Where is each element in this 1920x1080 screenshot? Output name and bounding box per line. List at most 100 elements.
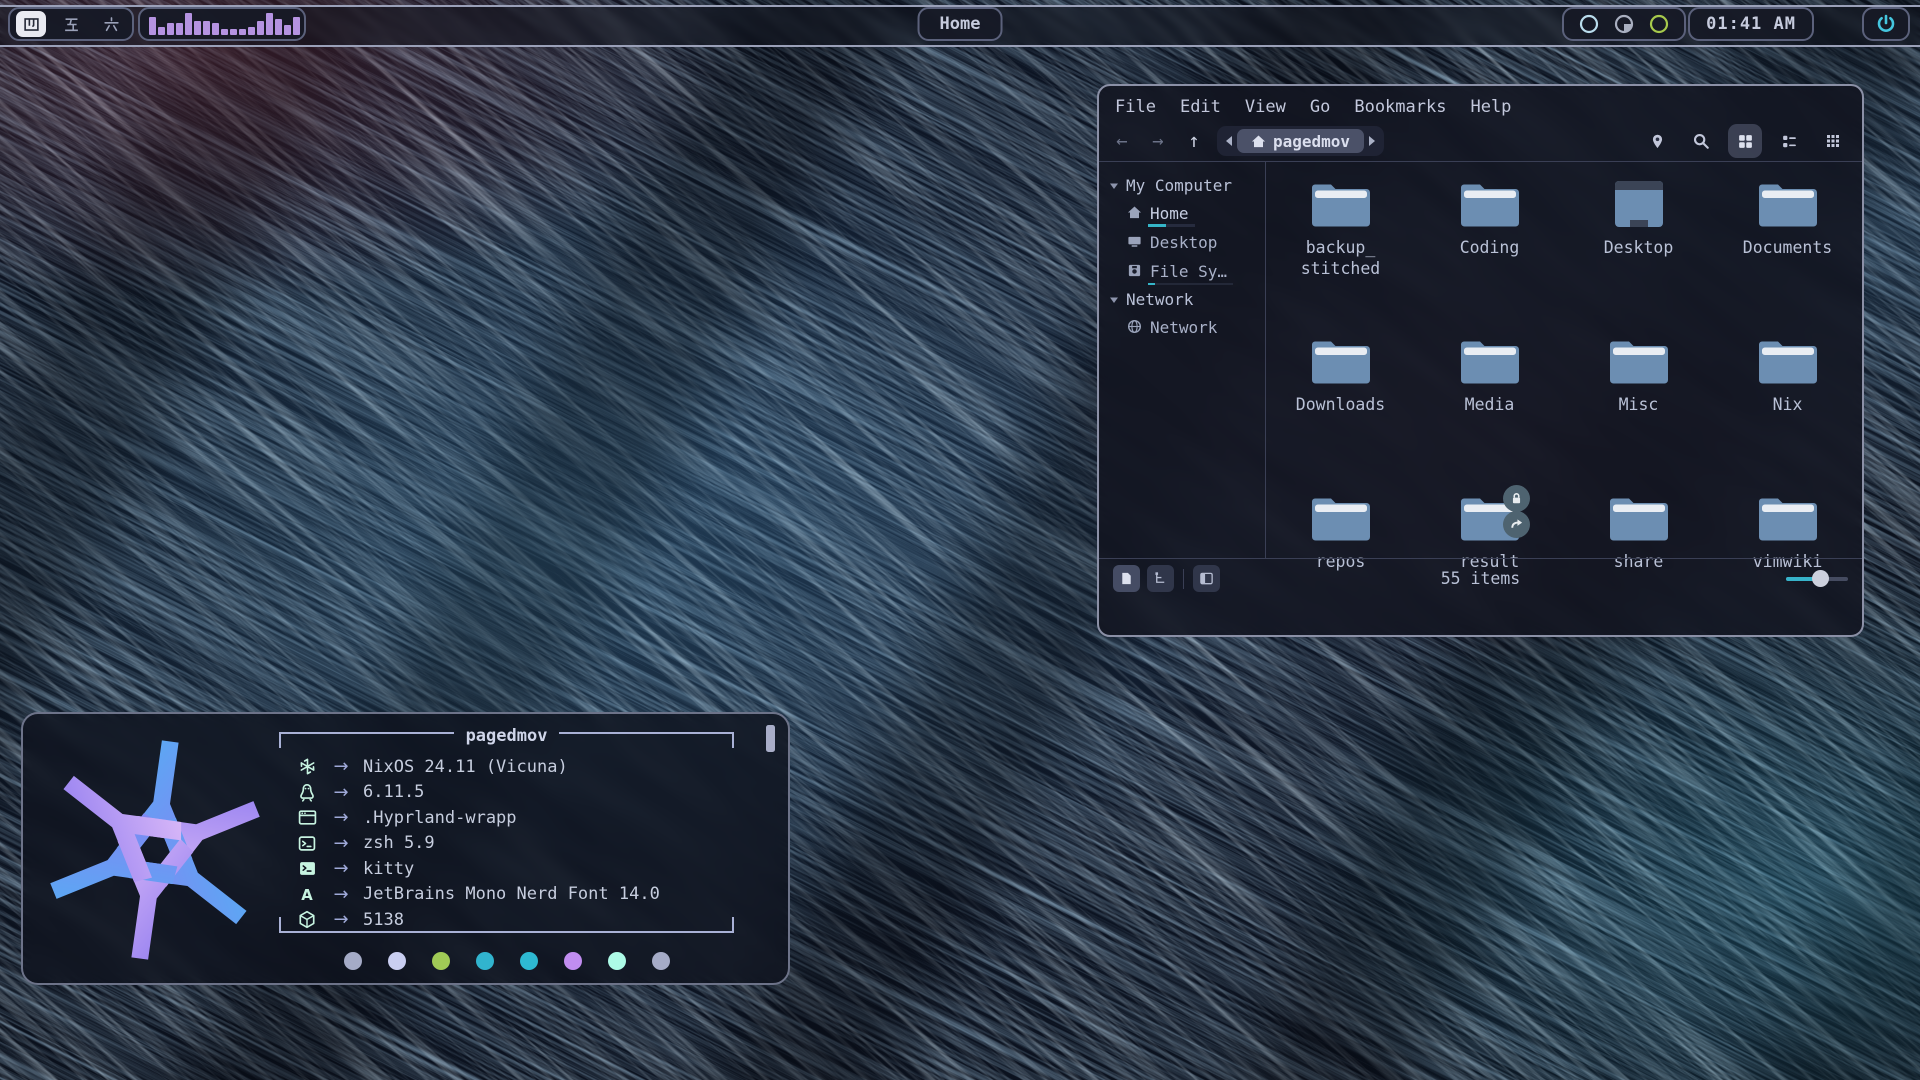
fastfetch-row-shell: →zsh 5.9 — [295, 831, 734, 857]
folder-icon — [1459, 178, 1521, 230]
folder-icon — [1608, 492, 1670, 544]
power-button[interactable] — [1862, 7, 1910, 41]
menu-file[interactable]: File — [1115, 97, 1156, 117]
sidebar-section-my-computer[interactable]: My Computer — [1109, 172, 1265, 199]
menu-view[interactable]: View — [1245, 97, 1286, 117]
file-item-Desktop[interactable]: Desktop — [1564, 178, 1713, 335]
sidebar-item-desktop[interactable]: Desktop — [1109, 228, 1265, 257]
visualizer-bar — [212, 23, 219, 35]
arrow-icon: → — [319, 833, 363, 854]
fastfetch-box-top: pagedmov — [279, 733, 734, 747]
visualizer-bar — [185, 13, 192, 35]
path-bar: pagedmov — [1217, 126, 1384, 156]
file-item-Documents[interactable]: Documents — [1713, 178, 1862, 335]
up-button[interactable]: ↑ — [1179, 127, 1209, 155]
forward-button[interactable]: → — [1143, 127, 1173, 155]
arrow-icon: → — [319, 756, 363, 777]
file-item-Nix[interactable]: Nix — [1713, 335, 1862, 492]
fastfetch-rows: →NixOS 24.11 (Vicuna)→6.11.5→.Hyprland-w… — [279, 747, 734, 933]
menu-bookmarks[interactable]: Bookmarks — [1354, 97, 1446, 117]
list-view-button[interactable] — [1772, 124, 1806, 158]
visualizer-bar — [266, 13, 273, 35]
folder-icon — [1459, 335, 1521, 387]
path-scroll-right[interactable] — [1364, 129, 1380, 153]
home-icon — [1251, 134, 1266, 149]
file-item-label: Desktop — [1604, 237, 1674, 258]
show-dirtree-button[interactable] — [1147, 565, 1174, 592]
visualizer-bar — [221, 29, 228, 35]
path-scroll-left[interactable] — [1221, 129, 1237, 153]
nix-icon — [295, 757, 319, 776]
palette-dot-2 — [432, 952, 450, 970]
palette-dot-6 — [608, 952, 626, 970]
file-item-label: backup_ stitched — [1301, 237, 1380, 279]
fastfetch-row-terminal: →kitty — [295, 856, 734, 882]
sidebar-item-network[interactable]: Network — [1109, 313, 1265, 342]
window-title-text: Home — [940, 14, 981, 34]
icon-view-button[interactable] — [1728, 124, 1762, 158]
menu-help[interactable]: Help — [1470, 97, 1511, 117]
status-bar: 55 items — [1099, 558, 1862, 598]
status-indicators — [1562, 7, 1686, 41]
arrow-icon: → — [319, 807, 363, 828]
shell-icon — [295, 835, 319, 852]
path-segment-home[interactable]: pagedmov — [1237, 129, 1364, 153]
lock-emblem-icon — [1503, 485, 1530, 512]
fastfetch-value: 6.11.5 — [363, 782, 424, 802]
terminal-icon — [295, 861, 319, 876]
folder-icon — [1757, 178, 1819, 230]
folder-icon — [1310, 335, 1372, 387]
palette-dot-5 — [564, 952, 582, 970]
sidebar-item-home[interactable]: Home — [1109, 199, 1265, 228]
back-button[interactable]: ← — [1107, 127, 1137, 155]
home-icon — [1127, 205, 1142, 224]
zoom-slider[interactable] — [1786, 570, 1848, 588]
globe-icon — [1127, 319, 1142, 338]
status-circle-3-icon[interactable] — [1648, 13, 1670, 35]
visualizer-bar — [149, 17, 156, 35]
folder-icon — [1459, 492, 1521, 544]
status-separator — [1183, 569, 1184, 589]
active-window-title: Home — [918, 7, 1003, 41]
sidebar-section-label: Network — [1126, 290, 1193, 309]
file-item-Media[interactable]: Media — [1415, 335, 1564, 492]
toolbar: ← → ↑ pagedmov — [1099, 121, 1862, 161]
visualizer-bar — [203, 21, 210, 35]
sidebar-item-filesy[interactable]: File Sy… — [1109, 257, 1265, 286]
visualizer-bar — [284, 25, 291, 35]
file-item-backup__stitched[interactable]: backup_ stitched — [1266, 178, 1415, 335]
location-button[interactable] — [1640, 124, 1674, 158]
workspace-button-1[interactable] — [16, 11, 46, 37]
status-circle-1-icon[interactable] — [1578, 13, 1600, 35]
visualizer-bar — [194, 21, 201, 35]
power-icon — [1875, 13, 1897, 35]
status-circle-2-icon[interactable] — [1613, 13, 1635, 35]
show-places-button[interactable] — [1113, 565, 1140, 592]
fastfetch-row-font: A→JetBrains Mono Nerd Font 14.0 — [295, 882, 734, 908]
fastfetch-value: .Hyprland-wrapp — [363, 808, 517, 828]
palette-dot-3 — [476, 952, 494, 970]
fastfetch-value: JetBrains Mono Nerd Font 14.0 — [363, 884, 660, 904]
file-manager-window: File Edit View Go Bookmarks Help ← → ↑ pagedm… — [1097, 84, 1864, 637]
clock-text: 01:41 AM — [1706, 14, 1796, 34]
workspace-button-2[interactable] — [56, 11, 86, 37]
sidebar-section-network[interactable]: Network — [1109, 286, 1265, 313]
file-item-Coding[interactable]: Coding — [1415, 178, 1564, 335]
toggle-sidepane-button[interactable] — [1193, 565, 1220, 592]
link-emblem-icon — [1503, 511, 1530, 538]
menu-edit[interactable]: Edit — [1180, 97, 1221, 117]
file-item-Downloads[interactable]: Downloads — [1266, 335, 1415, 492]
zoom-slider-knob[interactable] — [1812, 570, 1829, 587]
fastfetch-value: NixOS 24.11 (Vicuna) — [363, 757, 568, 777]
menu-go[interactable]: Go — [1310, 97, 1330, 117]
visualizer-bar — [158, 27, 165, 35]
sidebar-item-label: File Sy… — [1150, 262, 1227, 282]
clock: 01:41 AM — [1688, 7, 1814, 41]
fastfetch-row-window: →.Hyprland-wrapp — [295, 805, 734, 831]
file-item-Misc[interactable]: Misc — [1564, 335, 1713, 492]
arrow-icon: → — [319, 858, 363, 879]
compact-view-button[interactable] — [1816, 124, 1850, 158]
search-button[interactable] — [1684, 124, 1718, 158]
fastfetch-value: zsh 5.9 — [363, 833, 435, 853]
workspace-button-3[interactable] — [96, 11, 126, 37]
